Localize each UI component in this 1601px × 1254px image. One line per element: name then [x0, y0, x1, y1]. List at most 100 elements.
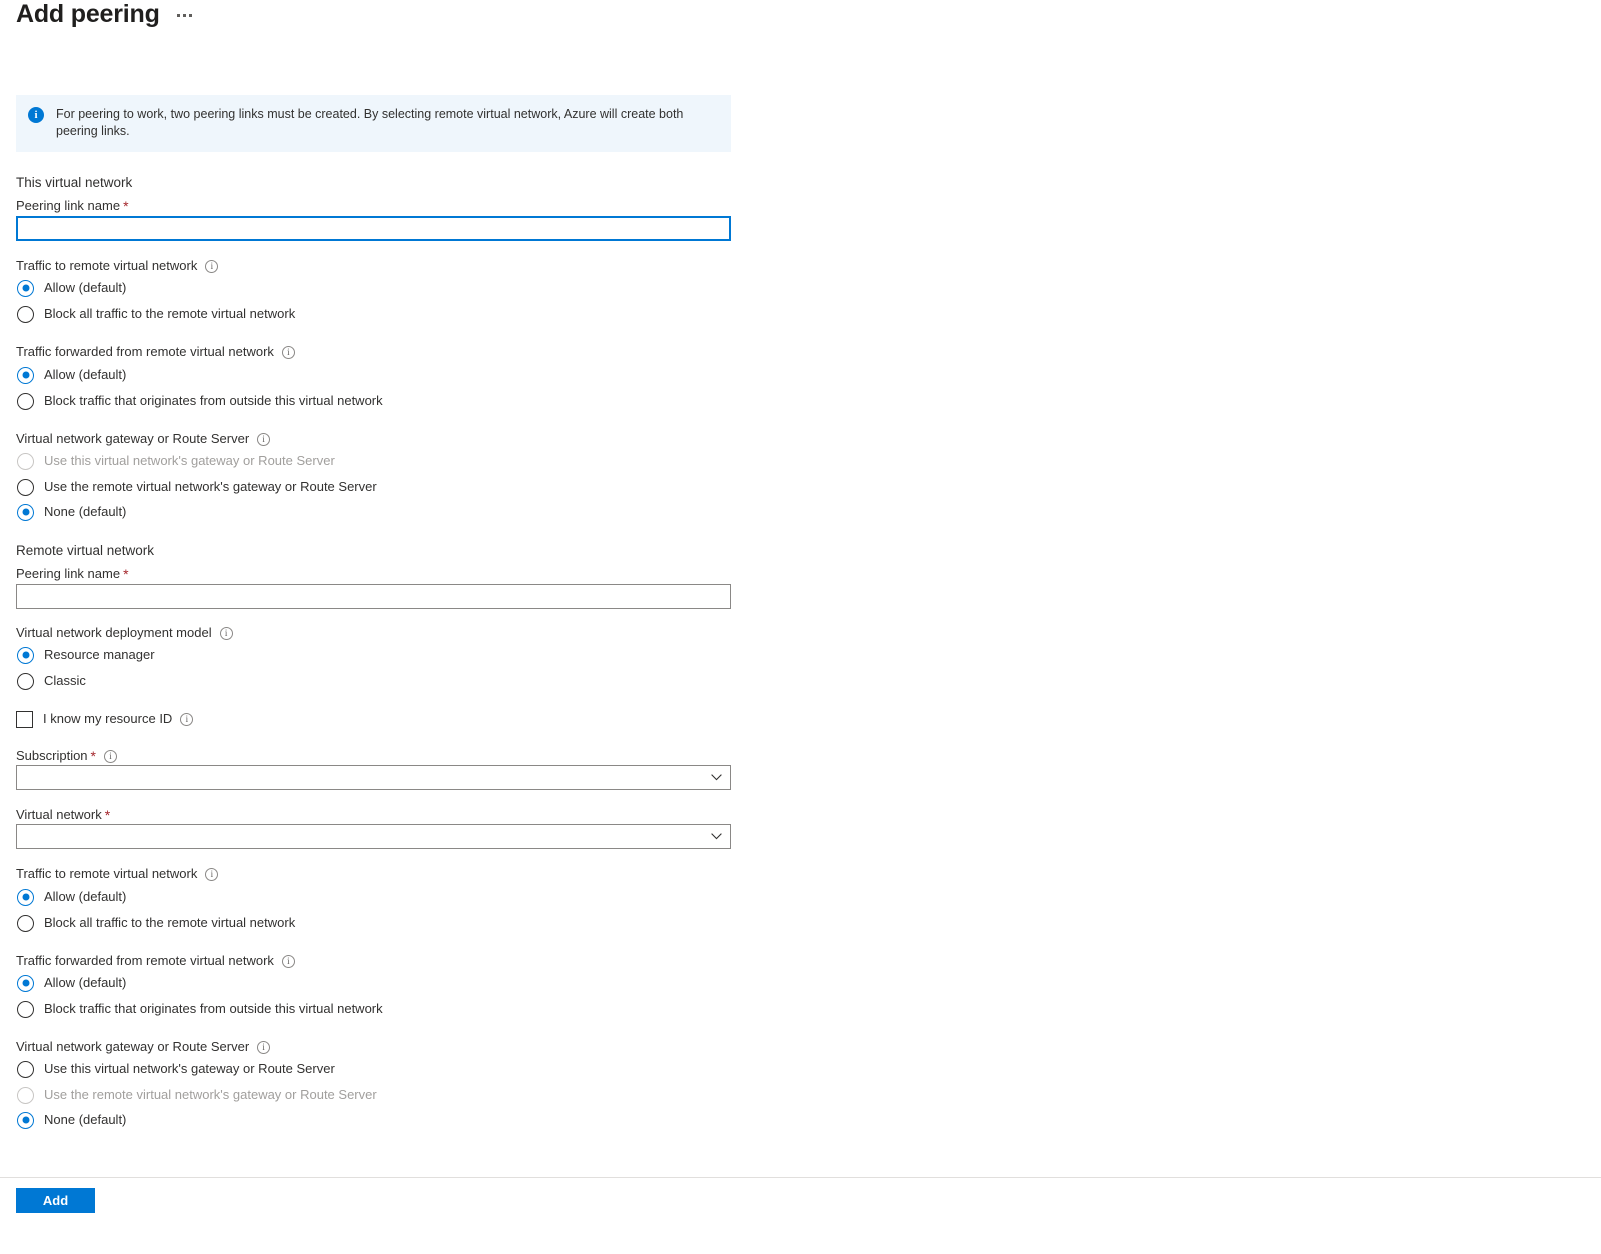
- info-tooltip-icon[interactable]: i: [257, 433, 270, 446]
- info-tooltip-icon[interactable]: i: [205, 868, 218, 881]
- label-deployment-model: Virtual network deployment model i: [16, 624, 233, 642]
- radio-this-traffic-forwarded-allow[interactable]: Allow (default): [17, 365, 126, 385]
- radio-indicator: [17, 306, 34, 323]
- ellipsis-dot: [177, 14, 180, 17]
- radio-label: Allow (default): [44, 366, 126, 384]
- more-options-icon[interactable]: [174, 8, 195, 23]
- chevron-down-icon: [702, 833, 730, 840]
- radio-this-traffic-to-remote-block[interactable]: Block all traffic to the remote virtual …: [17, 304, 295, 324]
- radio-this-traffic-forwarded-block[interactable]: Block traffic that originates from outsi…: [17, 391, 383, 411]
- radio-label: Use this virtual network's gateway or Ro…: [44, 452, 335, 470]
- checkbox-label-group: I know my resource ID i: [43, 710, 193, 728]
- label-text: Peering link name: [16, 197, 120, 215]
- section-heading-remote-vnet: Remote virtual network: [16, 542, 154, 560]
- radio-remote-gateway-use-remote: Use the remote virtual network's gateway…: [17, 1085, 377, 1105]
- info-tooltip-icon[interactable]: i: [205, 260, 218, 273]
- label-text: Virtual network: [16, 806, 102, 824]
- info-icon: i: [28, 107, 44, 123]
- label-text: Peering link name: [16, 565, 120, 583]
- radio-indicator: [17, 280, 34, 297]
- radio-remote-traffic-to-remote-block[interactable]: Block all traffic to the remote virtual …: [17, 913, 295, 933]
- label-virtual-network: Virtual network *: [16, 806, 110, 824]
- info-tooltip-icon[interactable]: i: [104, 750, 117, 763]
- info-tooltip-icon[interactable]: i: [257, 1041, 270, 1054]
- label-text: Subscription: [16, 747, 88, 765]
- title-row: Add peering: [16, 0, 195, 31]
- radio-label: Use the remote virtual network's gateway…: [44, 478, 377, 496]
- radio-this-gateway-use-remote[interactable]: Use the remote virtual network's gateway…: [17, 477, 377, 497]
- radio-remote-gateway-use-this[interactable]: Use this virtual network's gateway or Ro…: [17, 1059, 335, 1079]
- checkbox-know-resource-id[interactable]: I know my resource ID i: [16, 709, 193, 729]
- radio-label: Block traffic that originates from outsi…: [44, 392, 383, 410]
- info-banner: i For peering to work, two peering links…: [16, 95, 731, 152]
- virtual-network-dropdown[interactable]: [16, 824, 731, 849]
- blade-header: Add peering Virtual network: [0, 0, 1601, 52]
- radio-indicator: [17, 479, 34, 496]
- add-button[interactable]: Add: [16, 1188, 95, 1213]
- remote-peering-link-name-input[interactable]: [16, 584, 731, 609]
- radio-indicator: [17, 504, 34, 521]
- label-remote-traffic-forwarded: Traffic forwarded from remote virtual ne…: [16, 952, 295, 970]
- radio-this-traffic-to-remote-allow[interactable]: Allow (default): [17, 278, 126, 298]
- label-text: Traffic to remote virtual network: [16, 865, 197, 883]
- label-this-traffic-to-remote: Traffic to remote virtual network i: [16, 257, 218, 275]
- info-banner-text: For peering to work, two peering links m…: [56, 106, 711, 140]
- checkbox-label: I know my resource ID: [43, 710, 172, 728]
- radio-indicator: [17, 673, 34, 690]
- label-remote-traffic-to-remote: Traffic to remote virtual network i: [16, 865, 218, 883]
- radio-label: Resource manager: [44, 646, 155, 664]
- radio-label: Allow (default): [44, 279, 126, 297]
- radio-label: Use the remote virtual network's gateway…: [44, 1086, 377, 1104]
- radio-label: Block all traffic to the remote virtual …: [44, 914, 295, 932]
- label-text: Traffic forwarded from remote virtual ne…: [16, 343, 274, 361]
- subscription-dropdown[interactable]: [16, 765, 731, 790]
- info-tooltip-icon[interactable]: i: [282, 955, 295, 968]
- radio-indicator: [17, 453, 34, 470]
- info-tooltip-icon[interactable]: i: [220, 627, 233, 640]
- label-subscription: Subscription * i: [16, 747, 117, 765]
- label-remote-gateway: Virtual network gateway or Route Server …: [16, 1038, 270, 1056]
- label-text: Traffic forwarded from remote virtual ne…: [16, 952, 274, 970]
- radio-indicator: [17, 367, 34, 384]
- radio-this-gateway-none[interactable]: None (default): [17, 502, 126, 522]
- label-remote-peering-link-name: Peering link name *: [16, 565, 129, 583]
- required-marker: *: [123, 568, 128, 580]
- radio-indicator: [17, 647, 34, 664]
- required-marker: *: [123, 200, 128, 212]
- radio-indicator: [17, 1087, 34, 1104]
- this-peering-link-name-input[interactable]: [16, 216, 731, 241]
- radio-indicator: [17, 1061, 34, 1078]
- checkbox-indicator: [16, 711, 33, 728]
- page-title: Add peering: [16, 0, 160, 31]
- radio-label: None (default): [44, 1111, 126, 1129]
- label-this-peering-link-name: Peering link name *: [16, 197, 129, 215]
- radio-remote-traffic-forwarded-allow[interactable]: Allow (default): [17, 973, 126, 993]
- radio-label: Use this virtual network's gateway or Ro…: [44, 1060, 335, 1078]
- radio-remote-traffic-forwarded-block[interactable]: Block traffic that originates from outsi…: [17, 999, 383, 1019]
- info-tooltip-icon[interactable]: i: [180, 713, 193, 726]
- radio-deployment-model-classic[interactable]: Classic: [17, 671, 86, 691]
- radio-label: Block all traffic to the remote virtual …: [44, 305, 295, 323]
- radio-indicator: [17, 393, 34, 410]
- subscription-selected-value: [17, 780, 702, 798]
- radio-label: None (default): [44, 503, 126, 521]
- label-text: Virtual network deployment model: [16, 624, 212, 642]
- radio-remote-traffic-to-remote-allow[interactable]: Allow (default): [17, 887, 126, 907]
- ellipsis-dot: [183, 14, 186, 17]
- radio-indicator: [17, 915, 34, 932]
- radio-deployment-model-resource-manager[interactable]: Resource manager: [17, 645, 155, 665]
- radio-label: Allow (default): [44, 888, 126, 906]
- radio-indicator: [17, 1112, 34, 1129]
- radio-this-gateway-use-this: Use this virtual network's gateway or Ro…: [17, 451, 335, 471]
- radio-indicator: [17, 1001, 34, 1018]
- form-area: i For peering to work, two peering links…: [0, 52, 1601, 1172]
- radio-remote-gateway-none[interactable]: None (default): [17, 1110, 126, 1130]
- info-tooltip-icon[interactable]: i: [282, 346, 295, 359]
- chevron-down-icon: [702, 774, 730, 781]
- virtual-network-selected-value: [17, 828, 702, 846]
- ellipsis-dot: [189, 14, 192, 17]
- radio-label: Classic: [44, 672, 86, 690]
- radio-label: Block traffic that originates from outsi…: [44, 1000, 383, 1018]
- required-marker: *: [105, 809, 110, 821]
- radio-label: Allow (default): [44, 974, 126, 992]
